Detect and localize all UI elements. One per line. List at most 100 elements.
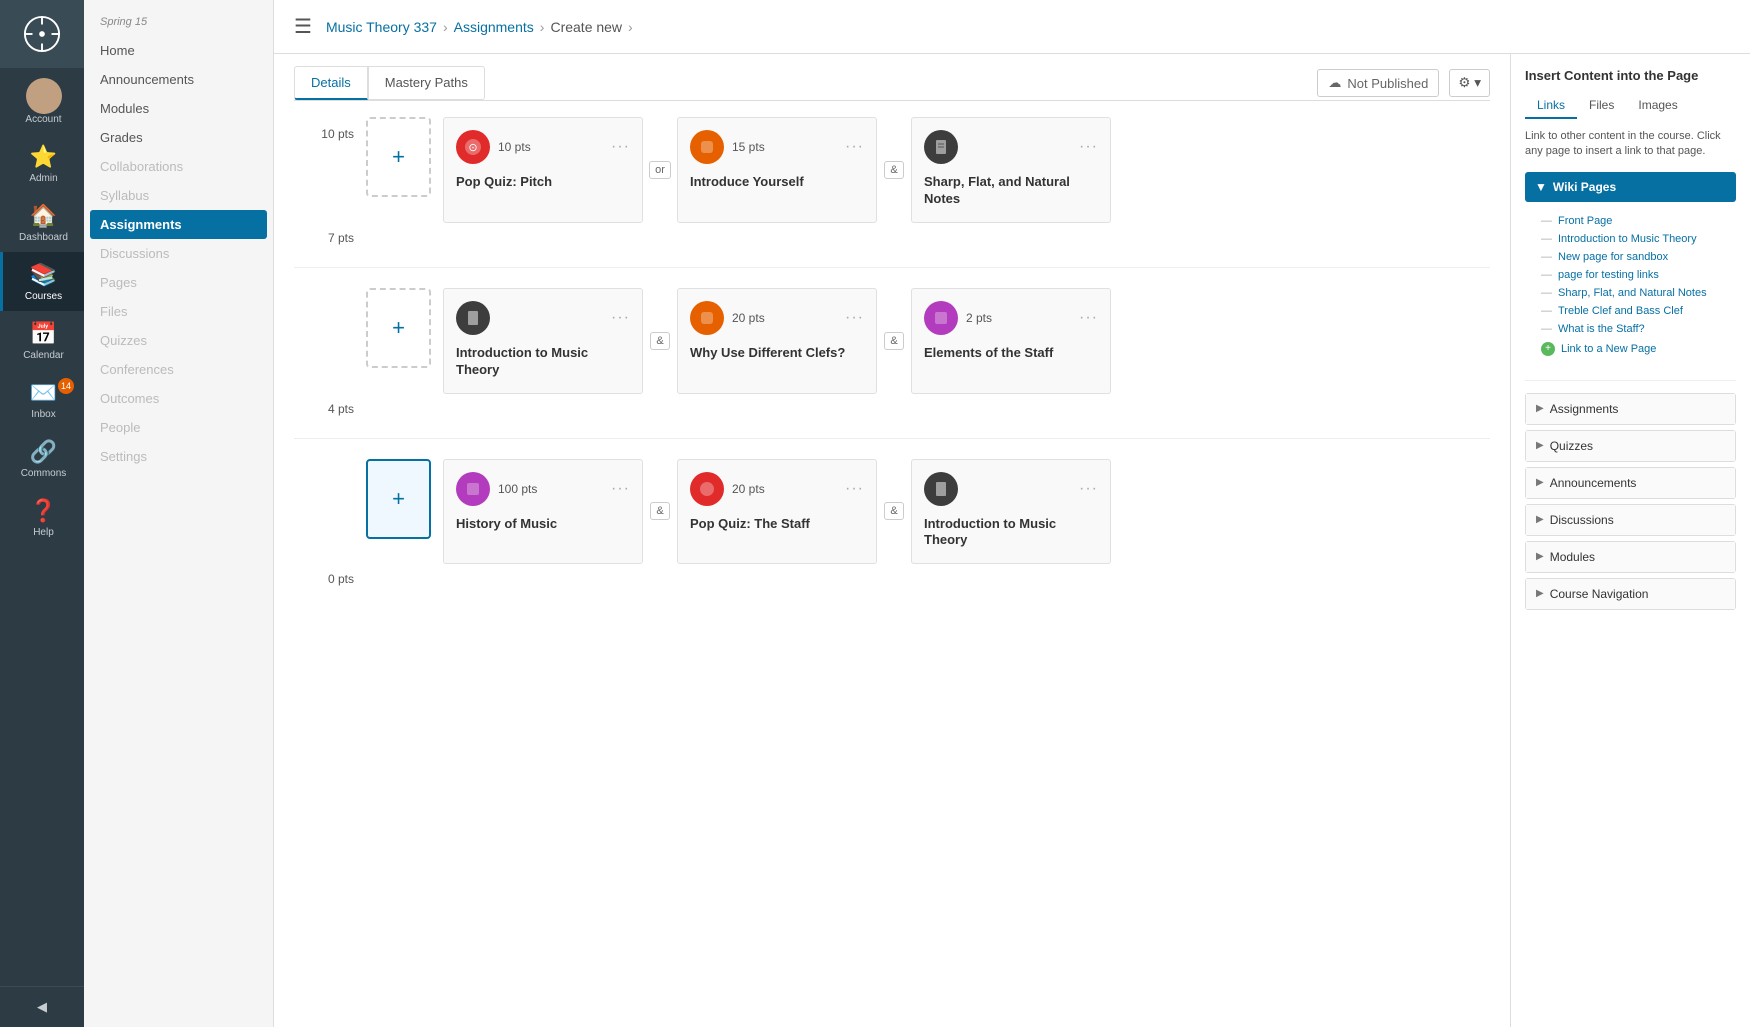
nav-item-courses[interactable]: 📚 Courses: [0, 252, 84, 311]
content-area: Details Mastery Paths ☁ Not Published ⚙ …: [274, 54, 1750, 1027]
sidebar-item-announcements[interactable]: Announcements: [84, 65, 273, 94]
wiki-section-arrow: ▼: [1535, 180, 1547, 194]
add-icon-1: +: [392, 144, 405, 170]
assignment-group-3: 0 pts + 100 pts: [294, 459, 1490, 597]
collapsible-header-assignments[interactable]: ▶ Assignments: [1526, 394, 1735, 424]
card-dots-4[interactable]: ···: [611, 309, 630, 327]
sidebar-item-conferences[interactable]: Conferences: [84, 355, 273, 384]
panel-tab-files[interactable]: Files: [1577, 93, 1626, 119]
hamburger-icon[interactable]: ☰: [294, 14, 312, 39]
card-dots-3[interactable]: ···: [1079, 138, 1098, 156]
cloud-icon: ☁: [1328, 75, 1341, 91]
tab-mastery-paths[interactable]: Mastery Paths: [368, 66, 485, 100]
nav-item-calendar[interactable]: 📅 Calendar: [0, 311, 84, 370]
sidebar-item-home[interactable]: Home: [84, 36, 273, 65]
wiki-item-sharp-flat[interactable]: — Sharp, Flat, and Natural Notes: [1541, 284, 1736, 302]
sidebar-item-pages[interactable]: Pages: [84, 268, 273, 297]
wiki-link-new[interactable]: + Link to a New Page: [1541, 338, 1736, 360]
collapsible-header-modules[interactable]: ▶ Modules: [1526, 542, 1735, 572]
connector-and-2: &: [643, 332, 677, 350]
sidebar-item-collaborations[interactable]: Collaborations: [84, 152, 273, 181]
group-pts-top-1: 10 pts: [294, 117, 354, 141]
card-title-2: Introduce Yourself: [690, 174, 864, 191]
card-header-3: ···: [924, 130, 1098, 164]
nav-label-account: Account: [25, 114, 61, 126]
sidebar-item-quizzes[interactable]: Quizzes: [84, 326, 273, 355]
breadcrumb-course[interactable]: Music Theory 337: [326, 19, 437, 35]
nav-label-courses: Courses: [25, 291, 62, 303]
nav-collapse-button[interactable]: ◀: [0, 986, 84, 1027]
sidebar-item-files[interactable]: Files: [84, 297, 273, 326]
sidebar-item-assignments[interactable]: Assignments: [90, 210, 267, 239]
collapsible-discussions: ▶ Discussions: [1525, 504, 1736, 536]
assignment-card-7: 100 pts ··· History of Music: [443, 459, 643, 565]
nav-item-account[interactable]: Account: [0, 68, 84, 134]
wiki-item-testing-links[interactable]: — page for testing links: [1541, 266, 1736, 284]
assignment-card-5: 20 pts ··· Why Use Different Clefs?: [677, 288, 877, 394]
collapsible-quizzes: ▶ Quizzes: [1525, 430, 1736, 462]
connector-and-4: &: [643, 502, 677, 520]
panel-tab-images[interactable]: Images: [1626, 93, 1689, 119]
add-box-3[interactable]: +: [366, 459, 431, 539]
add-box-2[interactable]: +: [366, 288, 431, 368]
breadcrumb-assignments[interactable]: Assignments: [454, 19, 534, 35]
nav-item-help[interactable]: ❓ Help: [0, 488, 84, 547]
nav-item-dashboard[interactable]: 🏠 Dashboard: [0, 193, 84, 252]
wiki-items-list: — Front Page — Introduction to Music The…: [1525, 208, 1736, 368]
sidebar-item-syllabus[interactable]: Syllabus: [84, 181, 273, 210]
wiki-item-label-treble: Treble Clef and Bass Clef: [1558, 305, 1683, 317]
card-pts-5: 20 pts: [732, 311, 765, 325]
sidebar-item-discussions[interactable]: Discussions: [84, 239, 273, 268]
wiki-dash-7: —: [1541, 323, 1552, 335]
wiki-item-treble-bass[interactable]: — Treble Clef and Bass Clef: [1541, 302, 1736, 320]
card-pts-1: 10 pts: [498, 140, 531, 154]
card-dots-2[interactable]: ···: [845, 138, 864, 156]
sidebar-item-grades[interactable]: Grades: [84, 123, 273, 152]
collapsible-label-course-navigation: Course Navigation: [1550, 587, 1649, 601]
card-icon-pts-3: [924, 130, 966, 164]
sidebar-item-settings[interactable]: Settings: [84, 442, 273, 471]
card-title-8: Pop Quiz: The Staff: [690, 516, 864, 533]
card-dots-1[interactable]: ···: [611, 138, 630, 156]
card-title-1: Pop Quiz: Pitch: [456, 174, 630, 191]
nav-item-admin[interactable]: ⭐ Admin: [0, 134, 84, 193]
card-dots-9[interactable]: ···: [1079, 480, 1098, 498]
sidebar-item-people[interactable]: People: [84, 413, 273, 442]
calendar-icon: 📅: [30, 321, 57, 347]
sidebar-item-outcomes[interactable]: Outcomes: [84, 384, 273, 413]
nav-item-inbox[interactable]: ✉️ 14 Inbox: [0, 370, 84, 429]
tabs: Details Mastery Paths: [294, 66, 485, 100]
connector-badge-and-5: &: [884, 502, 903, 520]
group-pts-bottom-3: 0 pts: [294, 572, 354, 596]
assignment-card-4: ··· Introduction to Music Theory: [443, 288, 643, 394]
wiki-item-front-page[interactable]: — Front Page: [1541, 212, 1736, 230]
card-dots-6[interactable]: ···: [1079, 309, 1098, 327]
card-title-7: History of Music: [456, 516, 630, 533]
gear-button[interactable]: ⚙ ▾: [1449, 69, 1490, 97]
card-dots-7[interactable]: ···: [611, 480, 630, 498]
collapsible-header-course-navigation[interactable]: ▶ Course Navigation: [1526, 579, 1735, 609]
wiki-dash-4: —: [1541, 269, 1552, 281]
wiki-dash-5: —: [1541, 287, 1552, 299]
nav-label-dashboard: Dashboard: [19, 232, 68, 244]
card-dots-5[interactable]: ···: [845, 309, 864, 327]
nav-item-commons[interactable]: 🔗 Commons: [0, 429, 84, 488]
tab-details[interactable]: Details: [294, 66, 368, 100]
panel-tab-links[interactable]: Links: [1525, 93, 1577, 119]
collapsible-header-quizzes[interactable]: ▶ Quizzes: [1526, 431, 1735, 461]
wiki-item-what-is-staff[interactable]: — What is the Staff?: [1541, 320, 1736, 338]
card-header-8: 20 pts ···: [690, 472, 864, 506]
sidebar-item-modules[interactable]: Modules: [84, 94, 273, 123]
wiki-item-sandbox[interactable]: — New page for sandbox: [1541, 248, 1736, 266]
wiki-section-header[interactable]: ▼ Wiki Pages: [1525, 172, 1736, 202]
collapsible-header-discussions[interactable]: ▶ Discussions: [1526, 505, 1735, 535]
connector-and-1: &: [877, 161, 911, 179]
card-dots-8[interactable]: ···: [845, 480, 864, 498]
nav-label-help: Help: [33, 527, 54, 539]
app-logo[interactable]: [0, 0, 84, 68]
wiki-item-intro[interactable]: — Introduction to Music Theory: [1541, 230, 1736, 248]
add-box-1[interactable]: +: [366, 117, 431, 197]
collapsible-header-announcements[interactable]: ▶ Announcements: [1526, 468, 1735, 498]
card-icon-pts-7: 100 pts: [456, 472, 537, 506]
collapsible-assignments: ▶ Assignments: [1525, 393, 1736, 425]
